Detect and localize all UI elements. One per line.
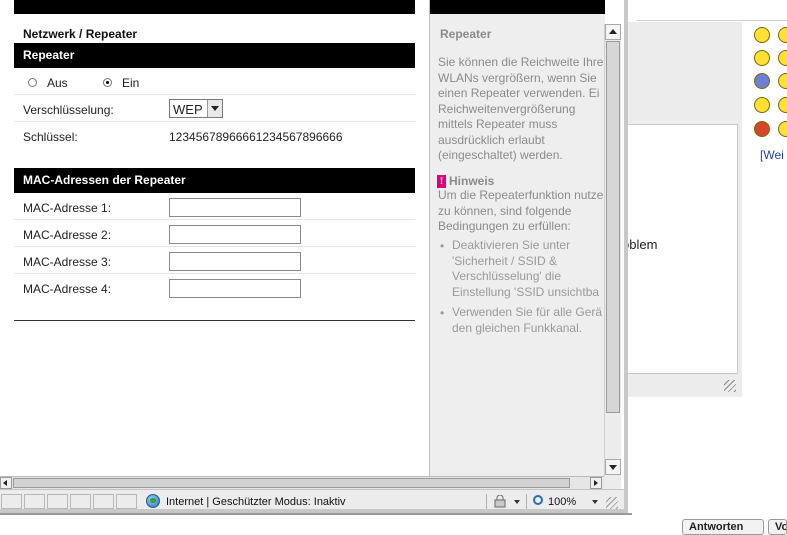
smiley-icon[interactable] xyxy=(754,73,770,89)
smiley-icon[interactable] xyxy=(778,97,787,113)
bullet-icon: • xyxy=(440,239,445,253)
mac-label: MAC-Adresse 4: xyxy=(23,282,112,296)
mac-label: MAC-Adresse 1: xyxy=(23,201,112,215)
mac-row: MAC-Adresse 3: xyxy=(14,248,415,274)
vertical-scroll-thumb[interactable] xyxy=(606,41,620,413)
encryption-value: WEP xyxy=(173,102,203,117)
zoom-level[interactable]: 100% xyxy=(548,496,576,508)
status-segment xyxy=(24,494,45,509)
scroll-left-arrow-icon[interactable] xyxy=(0,477,12,489)
hint-bullet: Deaktivieren Sie unter 'Sicherheit / SSI… xyxy=(452,238,600,299)
smiley-icon[interactable] xyxy=(778,50,787,66)
hint-text: Um die Repeaterfunktion nutze zu können,… xyxy=(438,188,604,233)
chevron-down-icon[interactable] xyxy=(592,500,598,504)
background-divider xyxy=(636,20,787,21)
warning-icon: ! xyxy=(437,175,446,188)
mac-row: MAC-Adresse 4: xyxy=(14,275,415,301)
smiley-icon[interactable] xyxy=(754,97,770,113)
mac-label: MAC-Adresse 2: xyxy=(23,228,112,242)
key-label: Schlüssel: xyxy=(23,130,78,144)
smiley-icon[interactable] xyxy=(778,121,787,137)
encryption-select[interactable]: WEP xyxy=(169,99,223,118)
breadcrumb: Netzwerk / Repeater xyxy=(23,27,138,41)
vertical-scrollbar[interactable] xyxy=(604,24,621,476)
help-intro: Sie können die Reichweite Ihre WLANs ver… xyxy=(438,55,604,162)
mac-address-1-input[interactable] xyxy=(169,198,301,217)
window-resize-grip[interactable] xyxy=(606,497,618,509)
encryption-label: Verschlüsselung: xyxy=(23,103,114,117)
chevron-down-icon[interactable] xyxy=(207,100,222,117)
radio-on[interactable] xyxy=(103,78,112,87)
radio-on-label[interactable]: Ein xyxy=(122,76,139,90)
mac-label: MAC-Adresse 3: xyxy=(23,255,112,269)
scroll-up-arrow-icon[interactable] xyxy=(605,24,621,40)
smiley-icon[interactable] xyxy=(754,121,770,137)
repeater-section-heading: Repeater xyxy=(14,43,415,68)
status-divider xyxy=(486,494,487,509)
mac-section-heading: MAC-Adressen der Repeater xyxy=(14,168,415,193)
mac-address-4-input[interactable] xyxy=(169,279,301,298)
scrollbar-corner xyxy=(604,476,621,489)
window-shadow xyxy=(0,513,632,515)
header-bar xyxy=(14,0,415,14)
scroll-right-arrow-icon[interactable] xyxy=(590,477,602,489)
hint-bullet: Verwenden Sie für alle Gerä den gleichen… xyxy=(452,305,603,335)
hint-title: Hinweis xyxy=(449,174,495,188)
repeater-toggle-row: Aus Ein xyxy=(14,69,415,95)
protected-mode-icon[interactable] xyxy=(494,495,508,508)
horizontal-scroll-thumb[interactable] xyxy=(13,478,570,488)
mac-address-3-input[interactable] xyxy=(169,252,301,271)
reply-button[interactable]: Antworten xyxy=(682,519,764,535)
radio-off-label[interactable]: Aus xyxy=(47,76,68,90)
smiley-icon[interactable] xyxy=(778,73,787,89)
help-pane: Repeater Sie können die Reichweite Ihre … xyxy=(429,0,605,476)
status-segment xyxy=(93,494,114,509)
scroll-down-arrow-icon[interactable] xyxy=(605,459,621,475)
bullet-icon: • xyxy=(440,306,445,320)
horizontal-scrollbar[interactable] xyxy=(0,476,604,489)
popup-window: Netzwerk / Repeater Repeater Aus Ein Ver… xyxy=(0,0,628,513)
status-segment xyxy=(116,494,137,509)
help-header-bar xyxy=(430,0,605,14)
encryption-row: Verschlüsselung: WEP xyxy=(14,96,415,122)
radio-off[interactable] xyxy=(28,78,37,87)
key-value: 12345678966661234567896666 xyxy=(169,130,343,144)
zoom-icon[interactable] xyxy=(533,495,543,505)
smiley-icon[interactable] xyxy=(778,27,787,43)
status-segment xyxy=(47,494,68,509)
internet-zone-icon[interactable] xyxy=(146,494,160,508)
mac-address-2-input[interactable] xyxy=(169,225,301,244)
status-segment xyxy=(1,494,22,509)
chevron-down-icon[interactable] xyxy=(514,500,520,504)
content-divider xyxy=(14,320,415,321)
more-smileys-link[interactable]: [Wei xyxy=(760,148,784,162)
status-divider xyxy=(526,494,527,509)
status-segment xyxy=(70,494,91,509)
key-row: Schlüssel: 12345678966661234567896666 xyxy=(14,123,415,149)
smiley-icon[interactable] xyxy=(754,50,770,66)
mac-row: MAC-Adresse 2: xyxy=(14,221,415,247)
textarea-resize-grip[interactable] xyxy=(724,380,736,392)
smiley-icon[interactable] xyxy=(754,27,770,43)
security-zone-text[interactable]: Internet | Geschützter Modus: Inaktiv xyxy=(166,496,346,508)
status-bar: Internet | Geschützter Modus: Inaktiv 10… xyxy=(0,489,624,509)
mac-row: MAC-Adresse 1: xyxy=(14,194,415,220)
help-title: Repeater xyxy=(440,27,492,41)
preview-button[interactable]: Vo xyxy=(768,519,787,535)
